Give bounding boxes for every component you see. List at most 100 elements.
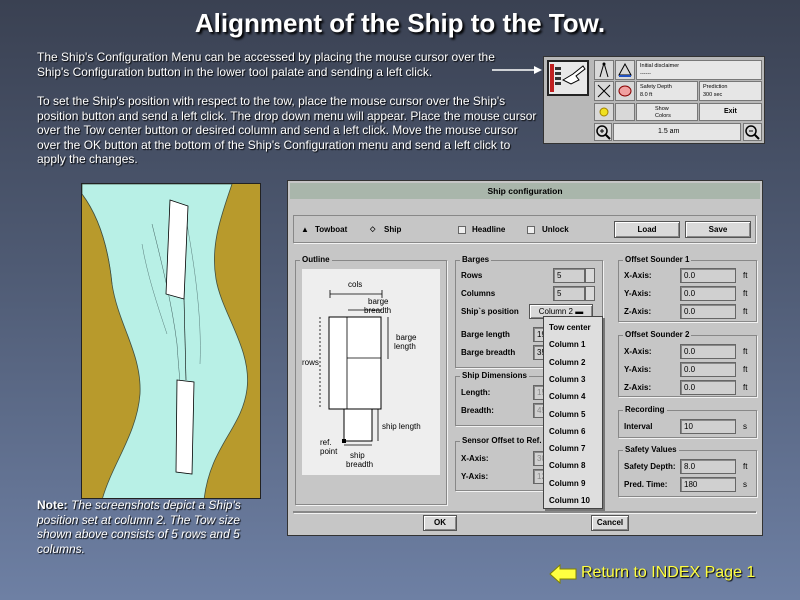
ok-button[interactable]: OK xyxy=(423,515,457,531)
zoom-in-button[interactable] xyxy=(594,123,612,141)
interval-label: Interval xyxy=(624,422,653,431)
prediction-label: Prediction xyxy=(703,84,728,90)
columns-label: Columns xyxy=(461,289,496,298)
outline-barge-length-label-2: length xyxy=(394,342,416,351)
night-mode-button[interactable] xyxy=(615,103,635,121)
outline-barge-length-label-1: barge xyxy=(396,333,417,342)
outline-ship-length-label: ship length xyxy=(382,422,421,431)
dialog-divider xyxy=(293,511,756,513)
page-title: Alignment of the Ship to the Tow. xyxy=(194,8,606,38)
towboat-radio-icon[interactable]: ▲ xyxy=(301,225,309,234)
moon-icon xyxy=(621,106,627,118)
off1-x-input[interactable]: 0.0 xyxy=(680,268,736,283)
anchor-icon xyxy=(618,85,632,97)
safety-depth-unit: ft xyxy=(743,462,748,471)
menu-item-column-8[interactable]: Column 8 xyxy=(544,457,602,474)
anchor-tool-button[interactable] xyxy=(615,81,635,101)
off2-y-label: Y-Axis: xyxy=(624,365,652,374)
return-to-index-link[interactable]: Return to INDEX Page 1 xyxy=(549,562,789,586)
rows-label: Rows xyxy=(461,271,483,280)
menu-item-column-3[interactable]: Column 3 xyxy=(544,371,602,388)
menu-item-column-9[interactable]: Column 9 xyxy=(544,475,602,492)
zoom-in-icon xyxy=(596,125,611,140)
menu-item-column-6[interactable]: Column 6 xyxy=(544,423,602,440)
load-button[interactable]: Load xyxy=(614,221,680,238)
outline-ship-breadth-label-2: breadth xyxy=(346,460,374,469)
interval-input[interactable]: 10 xyxy=(680,419,736,434)
ship-radio-label[interactable]: Ship xyxy=(384,225,401,234)
off2-z-input[interactable]: 0.0 xyxy=(680,380,736,395)
off1-x-unit: ft xyxy=(743,271,748,280)
outline-rows-label: rows xyxy=(302,358,319,367)
prediction-panel: Prediction 300 sec xyxy=(699,81,762,101)
save-button[interactable]: Save xyxy=(685,221,751,238)
outline-ref-point-label-1: ref. xyxy=(320,438,332,447)
ship-configuration-button[interactable] xyxy=(547,60,589,96)
menu-item-column-4[interactable]: Column 4 xyxy=(544,388,602,405)
off2-z-unit: ft xyxy=(743,383,748,392)
compass-tool-button[interactable] xyxy=(594,60,614,80)
menu-item-column-5[interactable]: Column 5 xyxy=(544,406,602,423)
initial-disclaimer-label: Initial disclaimer xyxy=(640,63,680,69)
unlock-checkbox[interactable] xyxy=(527,226,535,234)
left-arrow-icon xyxy=(549,564,577,584)
pred-time-label: Pred. Time: xyxy=(624,480,668,489)
safety-depth-panel: Safety Depth 8.0 ft xyxy=(636,81,698,101)
columns-input[interactable]: 5 xyxy=(553,286,585,301)
note-text: The screenshots depict a Ship's position… xyxy=(37,498,241,556)
outline-barge-breadth-label-2: breadth xyxy=(364,306,392,315)
zoom-level-field[interactable]: 1.5 am xyxy=(613,123,741,141)
menu-item-column-1[interactable]: Column 1 xyxy=(544,336,602,353)
sensor-y-label: Y-Axis: xyxy=(461,472,489,481)
columns-stepper[interactable] xyxy=(585,286,595,301)
arrows-icon xyxy=(597,84,611,98)
off1-z-unit: ft xyxy=(743,307,748,316)
sensor-x-label: X-Axis: xyxy=(461,454,489,463)
exit-button[interactable]: Exit xyxy=(699,103,762,121)
off1-z-label: Z-Axis: xyxy=(624,307,652,316)
off2-y-input[interactable]: 0.0 xyxy=(680,362,736,377)
off1-x-label: X-Axis: xyxy=(624,271,652,280)
off2-z-label: Z-Axis: xyxy=(624,383,652,392)
menu-item-tow-center[interactable]: Tow center xyxy=(544,319,602,336)
zoom-out-button[interactable] xyxy=(743,123,762,141)
cancel-button[interactable]: Cancel xyxy=(591,515,629,531)
menu-item-column-2[interactable]: Column 2 xyxy=(544,354,602,371)
ship-configuration-dialog: Ship configuration ▲ Towboat ◇ Ship Head… xyxy=(287,180,763,536)
note-label: Note: xyxy=(37,498,68,512)
off1-z-input[interactable]: 0.0 xyxy=(680,304,736,319)
ship-radio-icon[interactable]: ◇ xyxy=(370,225,375,233)
zoom-level-value: 1.5 am xyxy=(658,128,680,135)
sun-icon xyxy=(599,107,609,117)
off2-x-input[interactable]: 0.0 xyxy=(680,344,736,359)
rows-input[interactable]: 5 xyxy=(553,268,585,283)
triangle-icon xyxy=(618,62,632,77)
arrows-tool-button[interactable] xyxy=(594,81,614,101)
headline-checkbox[interactable] xyxy=(458,226,466,234)
off2-x-unit: ft xyxy=(743,347,748,356)
show-colors-button[interactable]: Show Colors xyxy=(636,103,698,121)
unlock-label: Unlock xyxy=(542,225,569,234)
colors-label: Colors xyxy=(655,113,671,119)
river-map-view xyxy=(81,183,261,499)
safety-depth-input[interactable]: 8.0 xyxy=(680,459,736,474)
dialog-title: Ship configuration xyxy=(290,183,760,199)
length-label: Length: xyxy=(461,388,491,397)
menu-item-column-10[interactable]: Column 10 xyxy=(544,492,602,509)
pred-time-input[interactable]: 180 xyxy=(680,477,736,492)
river-chart-image xyxy=(82,184,248,498)
triangle-tool-button[interactable] xyxy=(615,60,635,80)
off2-y-unit: ft xyxy=(743,365,748,374)
interval-unit: s xyxy=(743,422,747,431)
show-label: Show xyxy=(655,106,669,112)
outline-barge-breadth-label-1: barge xyxy=(368,297,389,306)
rows-stepper[interactable] xyxy=(585,268,595,283)
ship-dimensions-group: Ship Dimensions xyxy=(455,371,551,426)
tool-palette-snippet: Initial disclaimer ------ Safety Depth 8… xyxy=(543,56,765,144)
towboat-radio-label[interactable]: Towboat xyxy=(315,225,347,234)
offset-sounder-2-label: Offset Sounder 2 xyxy=(623,330,692,339)
off1-y-input[interactable]: 0.0 xyxy=(680,286,736,301)
ship-position-menu: Tow center Column 1 Column 2 Column 3 Co… xyxy=(543,316,603,509)
menu-item-column-7[interactable]: Column 7 xyxy=(544,440,602,457)
day-mode-button[interactable] xyxy=(594,103,614,121)
